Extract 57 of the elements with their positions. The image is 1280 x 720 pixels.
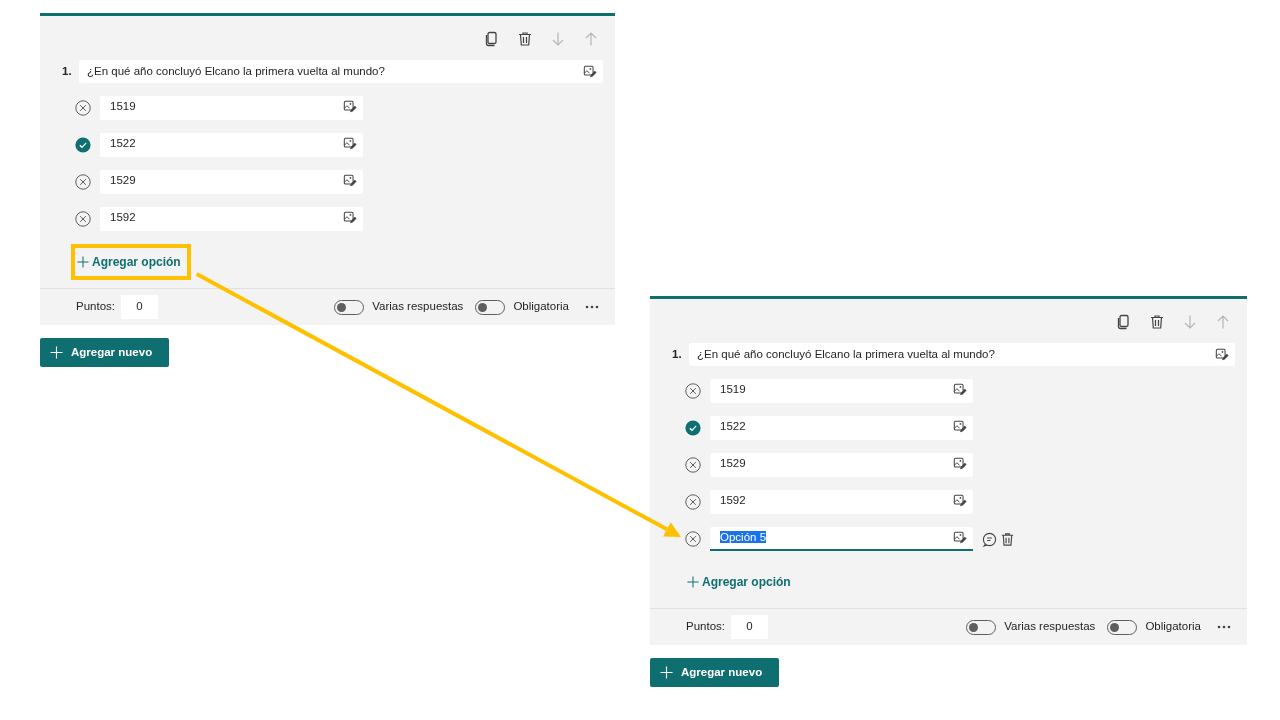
- trash-icon[interactable]: [517, 31, 533, 47]
- image-edit-icon[interactable]: [343, 211, 357, 225]
- toggle-label: Obligatoria: [513, 299, 569, 315]
- add-new-button[interactable]: Agregar nuevo: [40, 338, 170, 368]
- points-label: Puntos:: [76, 299, 115, 315]
- question-field[interactable]: ¿En qué año concluyó Elcano la primera vuelta al mundo?: [79, 60, 603, 83]
- x-circle-icon[interactable]: [685, 383, 701, 399]
- toggle-label: Varias respuestas: [1004, 619, 1096, 635]
- image-edit-icon[interactable]: [953, 531, 967, 545]
- image-edit-icon[interactable]: [953, 420, 967, 434]
- check-circle-icon[interactable]: [75, 137, 91, 153]
- add-option-button[interactable]: Agregar opción: [71, 244, 191, 280]
- toggle-label: Obligatoria: [1145, 619, 1201, 635]
- copy-icon[interactable]: [1116, 314, 1132, 330]
- more-options-icon[interactable]: [1217, 625, 1231, 629]
- image-edit-icon[interactable]: [1215, 347, 1229, 362]
- image-edit-icon[interactable]: [343, 100, 357, 114]
- question-number: 1.: [672, 346, 683, 362]
- option-field[interactable]: 1529: [710, 453, 973, 477]
- trash-icon[interactable]: [1149, 314, 1165, 330]
- option-field[interactable]: Opción 5: [710, 527, 973, 551]
- plus-icon: [660, 666, 673, 680]
- image-edit-icon[interactable]: [343, 137, 357, 151]
- copy-icon[interactable]: [484, 31, 500, 47]
- add-option-button[interactable]: Agregar opción: [681, 564, 801, 600]
- points-field[interactable]: 0: [121, 295, 158, 319]
- option-field[interactable]: 1592: [710, 490, 973, 514]
- x-circle-icon[interactable]: [685, 494, 701, 510]
- x-circle-icon[interactable]: [75, 100, 91, 116]
- x-circle-icon[interactable]: [75, 211, 91, 227]
- x-circle-icon[interactable]: [75, 174, 91, 190]
- add-new-button[interactable]: Agregar nuevo: [650, 658, 780, 688]
- points-label: Puntos:: [686, 619, 725, 635]
- option-field[interactable]: 1519: [100, 96, 363, 120]
- option-field[interactable]: 1522: [100, 133, 363, 157]
- trash-icon[interactable]: [1000, 531, 1015, 547]
- points-field[interactable]: 0: [731, 615, 768, 639]
- option-field[interactable]: 1519: [710, 379, 973, 403]
- plus-icon: [77, 256, 89, 268]
- image-edit-icon[interactable]: [953, 494, 967, 508]
- x-circle-icon[interactable]: [685, 531, 701, 547]
- option-field[interactable]: 1592: [100, 207, 363, 231]
- check-circle-icon[interactable]: [685, 420, 701, 436]
- more-options-icon[interactable]: [585, 305, 599, 309]
- question-field[interactable]: ¿En qué año concluyó Elcano la primera vuelta al mundo?: [689, 343, 1235, 366]
- option-field[interactable]: 1529: [100, 170, 363, 194]
- image-edit-icon[interactable]: [953, 383, 967, 397]
- plus-icon: [687, 576, 699, 588]
- plus-icon: [50, 346, 63, 360]
- image-edit-icon[interactable]: [583, 64, 597, 79]
- option-field[interactable]: 1522: [710, 416, 973, 440]
- question-number: 1.: [62, 63, 73, 79]
- image-edit-icon[interactable]: [953, 457, 967, 471]
- image-edit-icon[interactable]: [343, 174, 357, 188]
- x-circle-icon[interactable]: [685, 457, 701, 473]
- comment-icon[interactable]: [982, 531, 997, 547]
- toggle-label: Varias respuestas: [372, 299, 464, 315]
